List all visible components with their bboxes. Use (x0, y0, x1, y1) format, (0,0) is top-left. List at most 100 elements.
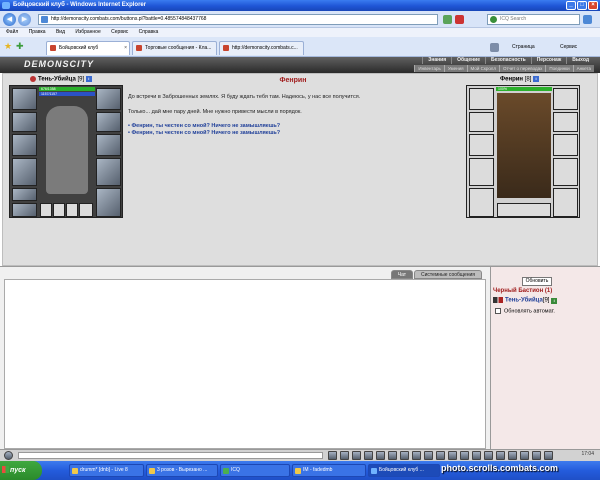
menu-favorites[interactable]: Избранное (75, 29, 100, 35)
action-icon-3[interactable] (352, 451, 361, 460)
taskbar-item-2[interactable]: 3 розов - Вырезано ... (146, 464, 218, 477)
action-icon-4[interactable] (364, 451, 373, 460)
smiley-icon[interactable] (4, 451, 13, 460)
auto-refresh-option[interactable]: Обновлять автомат. (495, 308, 555, 314)
app-icon (149, 468, 155, 474)
action-icon-8[interactable] (412, 451, 421, 460)
search-go-icon[interactable] (583, 15, 592, 24)
slot-small-2[interactable] (53, 203, 65, 217)
refresh-button[interactable]: Обновить (522, 277, 552, 286)
action-icon-11[interactable] (448, 451, 457, 460)
player-name: Тень-Убийца [9] i (30, 76, 92, 83)
chat-input[interactable] (18, 452, 323, 459)
menu-inventory[interactable]: Инвентарь (414, 65, 443, 72)
menu-transfers[interactable]: Отчет о переводах (498, 65, 545, 72)
tab-close-icon[interactable]: × (124, 42, 127, 55)
slot-small-4[interactable] (79, 203, 93, 217)
maximize-button[interactable]: □ (577, 1, 587, 10)
home-icon[interactable] (490, 43, 499, 52)
action-icon-5[interactable] (376, 451, 385, 460)
action-icon-10[interactable] (436, 451, 445, 460)
icq-icon (490, 16, 497, 23)
menu-file[interactable]: Файл (6, 29, 18, 35)
room-user[interactable]: Тень-Убийца[9] i (493, 297, 558, 304)
chat-log[interactable] (4, 279, 486, 449)
dialog-option-1[interactable]: • Фенрин, ты честен со мной? Ничего не з… (128, 123, 280, 129)
taskbar-item-1[interactable]: drumm* [dnb] - Live 8 (69, 464, 144, 477)
slot-leggings[interactable] (96, 158, 121, 186)
app-icon (72, 468, 78, 474)
menu-edit[interactable]: Правка (29, 29, 46, 35)
page-menu[interactable]: Страница (512, 43, 535, 52)
refresh-icon[interactable] (443, 15, 452, 24)
action-icon-7[interactable] (400, 451, 409, 460)
slot-weapon[interactable] (12, 134, 37, 156)
action-icon-14[interactable] (484, 451, 493, 460)
action-icon-1[interactable] (328, 451, 337, 460)
action-icon-9[interactable] (424, 451, 433, 460)
forward-arrow-icon[interactable]: ▶ (18, 13, 31, 26)
taskbar-item-3[interactable]: ICQ (220, 464, 290, 477)
info-icon[interactable]: i (551, 297, 558, 304)
search-input[interactable]: ICQ Search (487, 14, 580, 25)
slot-boots[interactable] (96, 188, 121, 217)
menu-help[interactable]: Справка (139, 29, 159, 35)
dialog-option-2[interactable]: • Фенрин, ты честен со мной? Ничего не з… (128, 130, 280, 136)
minimize-button[interactable]: _ (566, 1, 576, 10)
add-favorite-icon[interactable]: ✚ (16, 42, 24, 51)
action-icon-15[interactable] (496, 451, 505, 460)
action-icon-13[interactable] (472, 451, 481, 460)
menu-profile[interactable]: Анкета (572, 65, 594, 72)
action-icon-18[interactable] (532, 451, 541, 460)
start-button[interactable]: пуск (0, 461, 42, 480)
menu-skills[interactable]: Умения (443, 65, 467, 72)
menu-tools[interactable]: Сервис (111, 29, 128, 35)
menu-exit[interactable]: Выход (566, 57, 594, 64)
menu-view[interactable]: Вид (56, 29, 65, 35)
taskbar-item-5[interactable]: Бойцовский клуб ... (368, 464, 440, 477)
slot-ring[interactable] (96, 112, 121, 132)
menu-knowledge[interactable]: Знания (422, 57, 451, 64)
tab-trade[interactable]: Торговые сообщения - Кла... (132, 41, 217, 55)
address-bar[interactable]: http://demonscity.combats.com/buttons.pl… (38, 14, 438, 25)
action-icon-16[interactable] (508, 451, 517, 460)
slot-small-1[interactable] (40, 203, 52, 217)
menu-scroll[interactable]: Мой Скролл (466, 65, 499, 72)
slot-armor[interactable] (12, 158, 37, 186)
menu-security[interactable]: Безопасность (485, 57, 531, 64)
close-button[interactable]: × (588, 1, 598, 10)
slot-shield[interactable] (96, 134, 121, 156)
tab-row: ★ ✚ Бойцовский клуб × Торговые сообщения… (0, 37, 600, 57)
tab-demonscity[interactable]: http://demonscity.combats.c... (219, 41, 304, 55)
dialog-title: Фенрин (279, 77, 307, 84)
slot-amulet[interactable] (12, 203, 37, 217)
menu-communication[interactable]: Общение (451, 57, 485, 64)
favorites-star-icon[interactable]: ★ (4, 42, 12, 51)
chat-tabs: Чат Системные сообщения (390, 270, 482, 279)
slot-gloves[interactable] (96, 88, 121, 110)
tab-label: Торговые сообщения - Кла... (145, 45, 212, 51)
back-arrow-icon[interactable]: ◀ (3, 13, 16, 26)
tab-combats[interactable]: Бойцовский клуб × (46, 41, 130, 55)
action-icon-12[interactable] (460, 451, 469, 460)
menu-battles[interactable]: Поединки (545, 65, 572, 72)
taskbar-item-4[interactable]: IM - fadedmb (292, 464, 366, 477)
slot-earrings[interactable] (12, 112, 37, 132)
slot-small-3[interactable] (66, 203, 78, 217)
action-icon-19[interactable] (544, 451, 553, 460)
info-icon[interactable]: i (533, 76, 540, 82)
tab-system-messages[interactable]: Системные сообщения (414, 270, 482, 279)
slot-belt[interactable] (12, 188, 37, 201)
action-icon-17[interactable] (520, 451, 529, 460)
auto-refresh-checkbox[interactable] (495, 308, 501, 314)
tab-chat[interactable]: Чат (390, 270, 414, 279)
stop-icon[interactable] (455, 15, 464, 24)
action-icon-2[interactable] (340, 451, 349, 460)
window-controls: _ □ × (566, 1, 598, 10)
tools-menu[interactable]: Сервис (560, 43, 577, 52)
info-icon[interactable]: i (85, 76, 92, 82)
slot-helmet[interactable] (12, 88, 37, 110)
room-location: Черный Бастион (1) (493, 288, 553, 294)
menu-character[interactable]: Персонаж (530, 57, 567, 64)
action-icon-6[interactable] (388, 451, 397, 460)
